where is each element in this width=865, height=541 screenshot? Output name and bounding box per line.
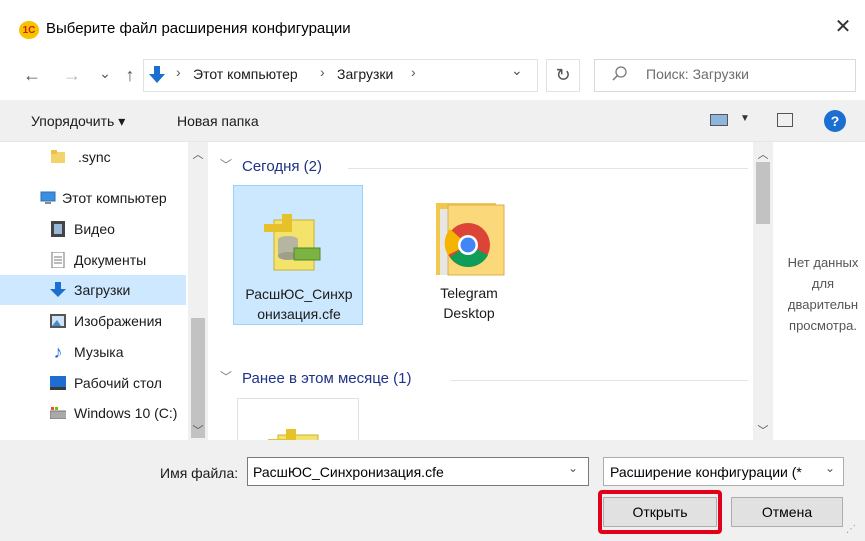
- navigation-pane: .sync Этот компьютер Видео Документы Заг…: [0, 142, 208, 440]
- file-list-scrollbar-thumb[interactable]: [756, 162, 770, 224]
- group-header-today[interactable]: Сегодня (2): [242, 158, 322, 175]
- search-icon: [612, 66, 627, 81]
- sidebar-item-this-pc[interactable]: Этот компьютер: [0, 183, 186, 213]
- breadcrumb-separator-icon: ›: [320, 64, 325, 80]
- preview-line: Нет данных: [787, 255, 859, 270]
- folder-name-line: Telegram: [440, 285, 498, 301]
- search-placeholder: Поиск: Загрузки: [646, 66, 749, 82]
- view-mode-icon[interactable]: [710, 114, 728, 126]
- new-folder-button[interactable]: Новая папка: [177, 113, 259, 129]
- file-tile-selected[interactable]: РасшЮС_Синхр онизация.cfe: [233, 185, 363, 325]
- command-bar: [0, 100, 865, 142]
- pictures-icon: [50, 313, 66, 329]
- up-button[interactable]: ↑: [120, 64, 140, 86]
- app-logo-icon: 1С: [19, 21, 39, 39]
- sidebar-item-downloads[interactable]: Загрузки: [0, 275, 186, 305]
- sidebar-item-label: Документы: [74, 252, 147, 268]
- group-divider: [450, 380, 748, 381]
- preview-line: просмотра.: [789, 318, 857, 333]
- desktop-icon: [50, 375, 66, 391]
- file-name-line: РасшЮС_Синхр: [245, 286, 353, 302]
- preview-line: дварительн: [787, 297, 859, 312]
- folder-tile[interactable]: Telegram Desktop: [404, 185, 534, 325]
- recent-locations-button[interactable]: ⌄: [95, 62, 115, 84]
- filetype-dropdown-icon[interactable]: ⌄: [825, 461, 835, 475]
- documents-icon: [50, 252, 66, 268]
- folder-name-line: Desktop: [443, 305, 495, 321]
- file-name-line: онизация.cfe: [257, 306, 341, 322]
- sidebar-item-documents[interactable]: Документы: [0, 245, 186, 275]
- view-mode-dropdown-icon[interactable]: ▼: [740, 113, 750, 124]
- sidebar-item-sync[interactable]: .sync: [0, 142, 186, 172]
- group-collapse-icon[interactable]: ﹀: [220, 156, 232, 173]
- group-collapse-icon[interactable]: ﹀: [220, 368, 232, 385]
- scroll-up-icon[interactable]: ︿: [188, 146, 208, 162]
- sidebar-item-label: Видео: [74, 221, 115, 237]
- computer-icon: [40, 190, 56, 206]
- filename-dropdown-icon[interactable]: ⌄: [568, 461, 578, 475]
- filename-value: РасшЮС_Синхронизация.cfe: [253, 464, 444, 480]
- close-icon[interactable]: ✕: [832, 16, 854, 38]
- breadcrumb-downloads[interactable]: Загрузки: [337, 66, 393, 82]
- filename-label: Имя файла:: [160, 465, 239, 481]
- sidebar-item-label: Загрузки: [74, 282, 131, 298]
- refresh-button[interactable]: ↻: [546, 59, 580, 92]
- breadcrumb-separator-icon[interactable]: ›: [411, 64, 416, 80]
- sidebar-item-label: Музыка: [74, 344, 124, 360]
- sidebar-item-label: .sync: [78, 149, 111, 165]
- help-icon[interactable]: ?: [824, 110, 846, 132]
- drive-icon: [50, 405, 66, 421]
- group-header-earlier-this-month[interactable]: Ранее в этом месяце (1): [242, 370, 412, 387]
- navigation-scrollbar-thumb[interactable]: [191, 318, 205, 438]
- address-dropdown-icon[interactable]: ⌄: [511, 62, 523, 79]
- scroll-down-icon[interactable]: ﹀: [753, 422, 773, 438]
- file-tile[interactable]: [237, 398, 359, 440]
- breadcrumb-this-pc[interactable]: Этот компьютер: [193, 66, 298, 82]
- downloads-icon: [50, 282, 66, 298]
- sidebar-item-drive-c[interactable]: Windows 10 (C:): [0, 398, 186, 428]
- cfe-file-icon: [268, 429, 319, 440]
- open-button[interactable]: Открыть: [603, 497, 717, 527]
- cancel-button[interactable]: Отмена: [731, 497, 843, 527]
- sidebar-item-music[interactable]: ♪ Музыка: [0, 337, 186, 367]
- folder-icon: [50, 149, 66, 165]
- back-button[interactable]: ←: [22, 64, 42, 86]
- sidebar-item-label: Windows 10 (C:): [74, 405, 178, 421]
- chrome-folder-icon: [436, 203, 505, 276]
- music-icon: ♪: [53, 341, 63, 362]
- video-icon: [50, 221, 66, 237]
- sidebar-item-pictures[interactable]: Изображения: [0, 306, 186, 336]
- sidebar-item-desktop[interactable]: Рабочий стол: [0, 368, 186, 398]
- sidebar-item-video[interactable]: Видео: [0, 214, 186, 244]
- cfe-file-icon: [264, 214, 321, 271]
- sidebar-item-label: Этот компьютер: [62, 190, 167, 206]
- file-list: ﹀ Сегодня (2) РасшЮС_Синхр онизация.cfe …: [208, 142, 753, 440]
- window-title: Выберите файл расширения конфигурации: [46, 20, 351, 37]
- sidebar-item-label: Рабочий стол: [74, 375, 162, 391]
- scroll-up-icon[interactable]: ︿: [753, 146, 773, 162]
- sidebar-item-label: Изображения: [74, 313, 162, 329]
- organize-button[interactable]: Упорядочить ▾: [31, 113, 125, 130]
- preview-message: Нет данных для дварительн просмотра.: [778, 252, 865, 336]
- preview-line: для: [811, 276, 835, 291]
- forward-button[interactable]: →: [62, 64, 82, 86]
- scroll-down-icon[interactable]: ﹀: [188, 422, 208, 438]
- preview-pane-icon[interactable]: [777, 113, 793, 127]
- downloads-arrow-icon: [149, 66, 165, 83]
- breadcrumb-separator-icon: ›: [176, 64, 181, 80]
- filetype-value: Расширение конфигурации (*: [610, 464, 802, 480]
- resize-grip-icon[interactable]: ⋰: [846, 524, 856, 535]
- group-divider: [348, 168, 748, 169]
